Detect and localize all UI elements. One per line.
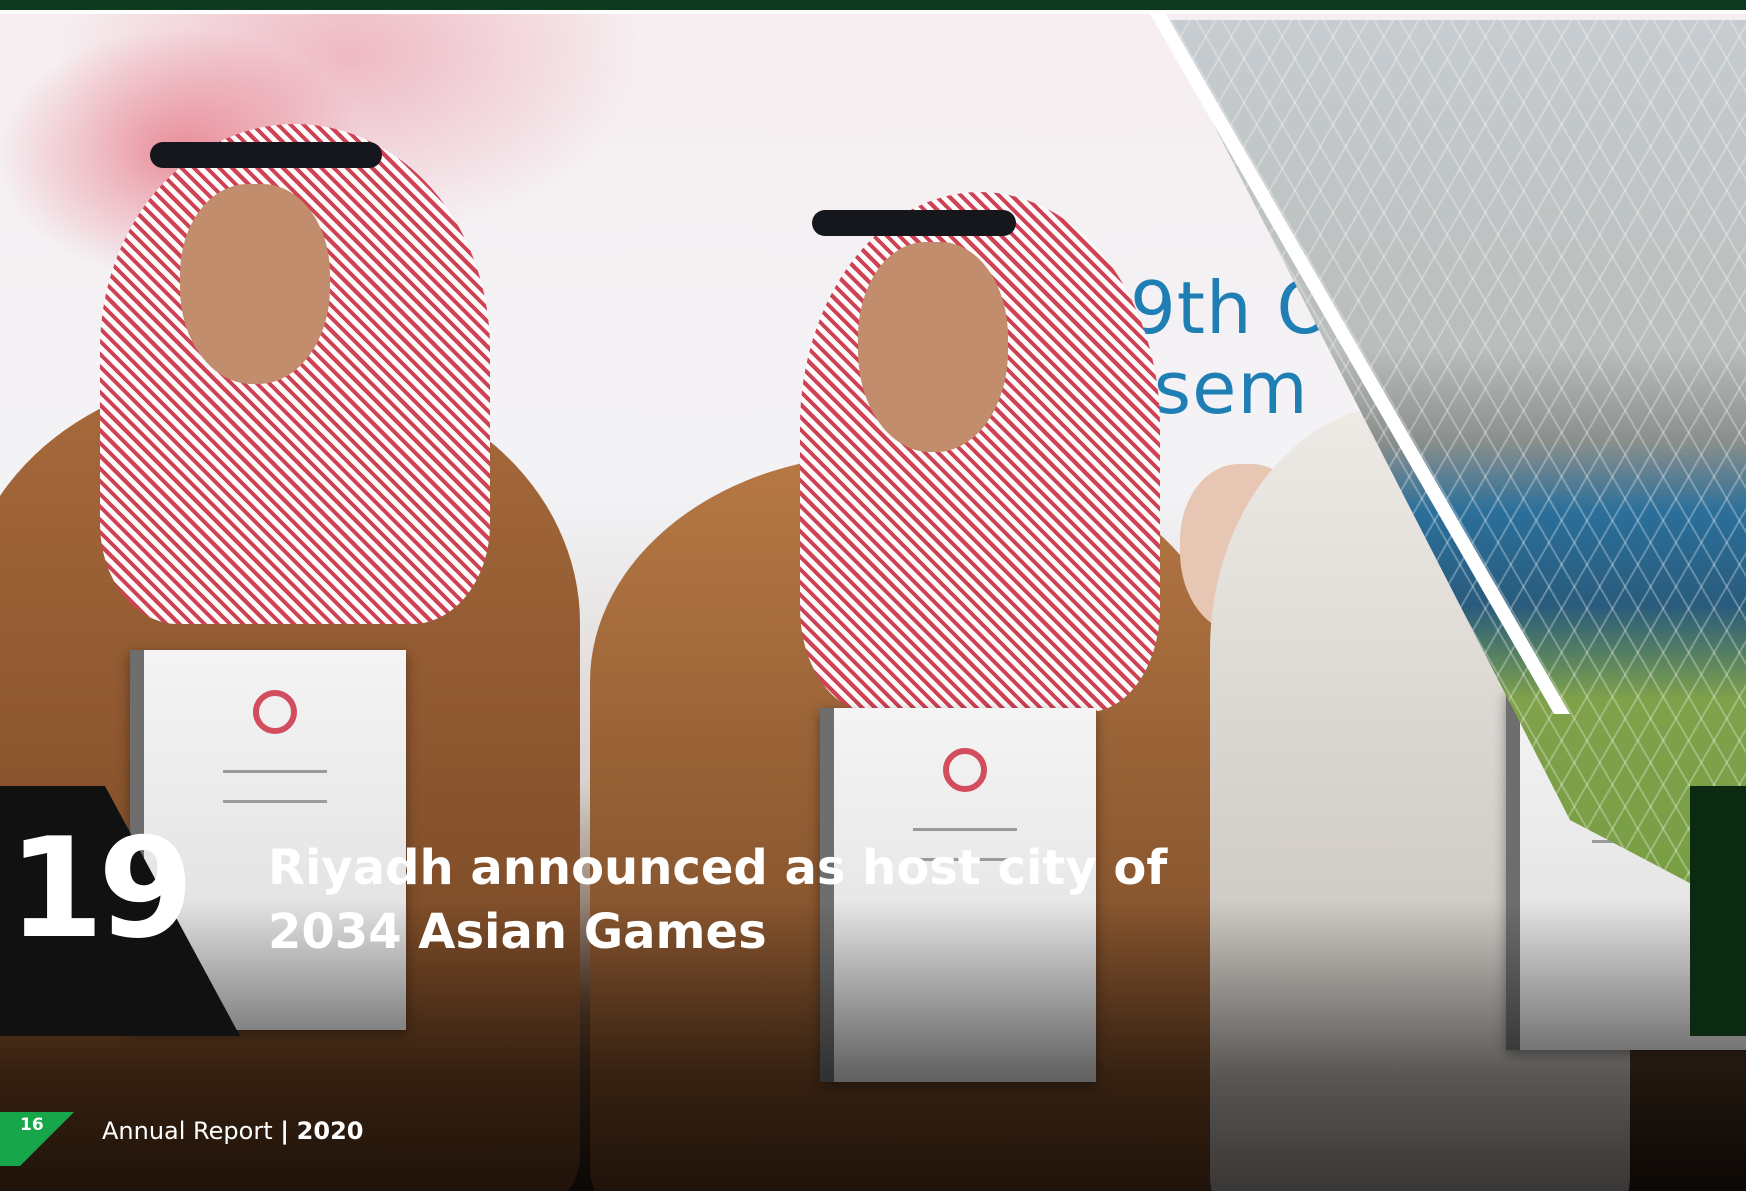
footer-label: Annual Report | 2020	[102, 1116, 363, 1146]
section-headline: Riyadh announced as host city of 2034 As…	[268, 836, 1248, 964]
report-page: 9th OCA l Assem 19 Riyadh announced as h…	[0, 0, 1746, 1191]
top-rule	[0, 0, 1746, 10]
right-edge-panel	[1690, 786, 1746, 1036]
headline-line-2: 2034 Asian Games	[268, 904, 767, 960]
page-number: 16	[20, 1115, 44, 1135]
footer-separator: |	[280, 1117, 290, 1145]
report-year: 2020	[296, 1117, 364, 1145]
headline-line-1: Riyadh announced as host city of	[268, 840, 1168, 896]
section-number: 19	[8, 808, 194, 969]
logo-seal-icon	[253, 690, 297, 734]
report-label: Annual Report	[102, 1117, 273, 1145]
logo-seal-icon	[943, 748, 987, 792]
